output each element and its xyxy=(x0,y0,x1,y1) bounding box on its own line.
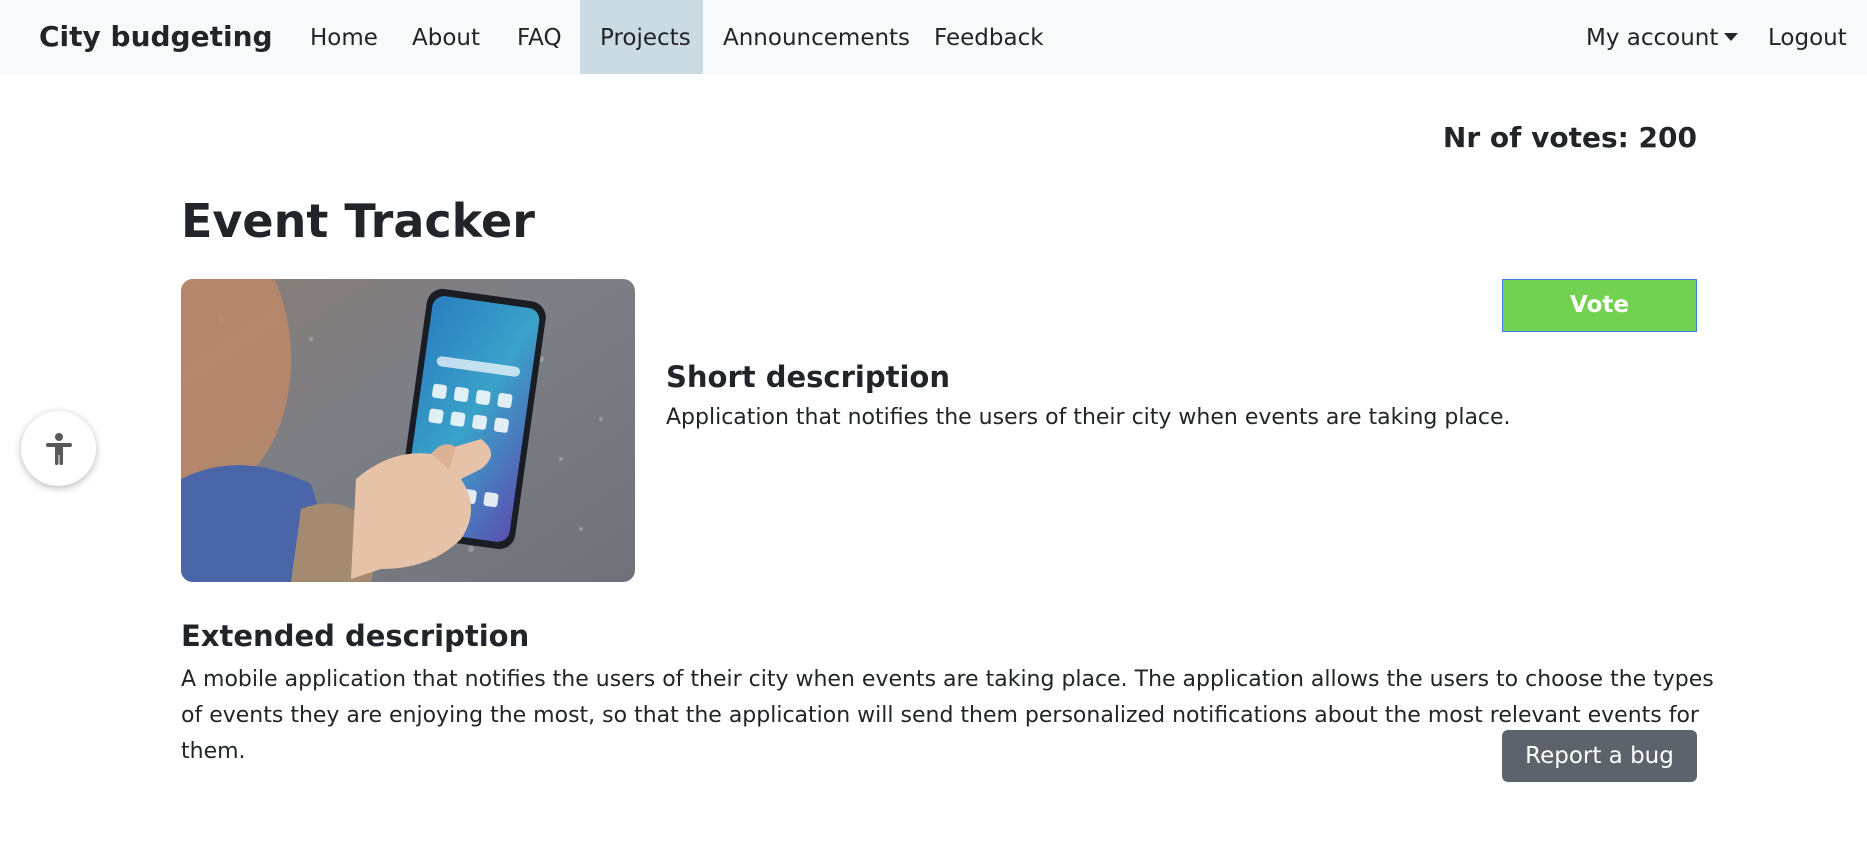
my-account-label: My account xyxy=(1586,25,1719,51)
project-image xyxy=(181,279,635,582)
caret-down-icon xyxy=(1724,33,1739,41)
top-navbar: City budgeting Home About FAQ Projects A… xyxy=(0,0,1867,74)
nav-home[interactable]: Home xyxy=(290,0,398,74)
nav-faq[interactable]: FAQ xyxy=(497,0,582,74)
nav-projects[interactable]: Projects xyxy=(580,0,703,74)
brand-logo[interactable]: City budgeting xyxy=(39,0,273,74)
extended-description-heading: Extended description xyxy=(181,619,530,653)
logout-link[interactable]: Logout xyxy=(1748,0,1867,74)
accessibility-icon xyxy=(45,432,72,465)
nav-announcements[interactable]: Announcements xyxy=(703,0,930,74)
report-bug-button[interactable]: Report a bug xyxy=(1502,730,1697,782)
my-account-dropdown[interactable]: My account xyxy=(1566,0,1758,74)
project-title: Event Tracker xyxy=(181,194,535,248)
votes-count: Nr of votes: 200 xyxy=(1442,121,1697,154)
short-description-heading: Short description xyxy=(666,360,950,394)
nav-feedback[interactable]: Feedback xyxy=(914,0,1064,74)
short-description-text: Application that notifies the users of t… xyxy=(666,405,1511,430)
nav-about[interactable]: About xyxy=(392,0,500,74)
accessibility-button[interactable] xyxy=(21,411,96,486)
extended-description-text: A mobile application that notifies the u… xyxy=(181,667,1714,764)
vote-button[interactable]: Vote xyxy=(1502,279,1697,332)
